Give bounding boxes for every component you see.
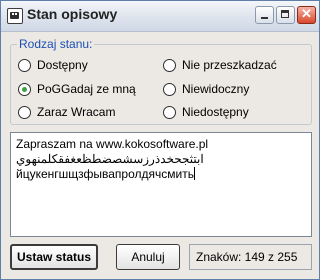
radio-label: PoGGadaj ze mną [37,82,136,96]
radio-label: Nie przeszkadzać [182,58,277,72]
radio-unavailable[interactable]: Niedostępny [163,104,249,120]
set-status-button[interactable]: Ustaw status [10,244,98,270]
radio-talk-to-me[interactable]: PoGGadaj ze mną [18,81,136,97]
radio-be-right-back[interactable]: Zaraz Wracam [18,104,115,120]
description-line: йцукенгшщзфывапролдячсмить [16,167,194,181]
radio-circle-icon [163,105,176,119]
radio-circle-icon [18,105,31,119]
radio-circle-icon [18,58,31,72]
window-title: Stan opisowy [27,6,118,22]
radio-label: Niedostępny [182,105,249,119]
radio-label: Niewidoczny [182,82,250,96]
radio-available[interactable]: Dostępny [18,57,88,73]
close-button[interactable]: ✕ [297,6,316,24]
radio-circle-icon [163,58,176,72]
close-icon: ✕ [301,6,312,21]
radio-invisible[interactable]: Niewidoczny [163,81,249,97]
dialog-window: Stan opisowy ✕ Rodzaj stanu: Dostępny Po… [0,0,320,280]
description-textarea[interactable]: Zapraszam na www.kokosoftware.pl ابتثجحخ… [10,132,312,237]
description-line-with-caret: йцукенгшщзфывапролдячсмить [16,167,306,182]
radio-label: Zaraz Wracam [37,105,116,119]
radio-circle-checked-icon [18,82,31,96]
radio-circle-icon [163,82,176,96]
minimize-button[interactable] [255,6,274,24]
radio-label: Dostępny [37,58,88,72]
description-line: Zapraszam na www.kokosoftware.pl [16,137,209,151]
title-bar[interactable]: Stan opisowy ✕ [1,1,319,32]
character-counter: Znaków: 149 z 255 [189,244,312,270]
text-caret [193,167,195,180]
cancel-button[interactable]: Anuluj [116,244,180,270]
maximize-button[interactable] [276,6,295,24]
status-type-legend: Rodzaj stanu: [19,37,93,51]
description-line: ابتثجحخدذرزسشصضطظعغفقكلمنهوي [16,152,204,166]
app-icon [7,8,23,24]
radio-do-not-disturb[interactable]: Nie przeszkadzać [163,57,277,73]
